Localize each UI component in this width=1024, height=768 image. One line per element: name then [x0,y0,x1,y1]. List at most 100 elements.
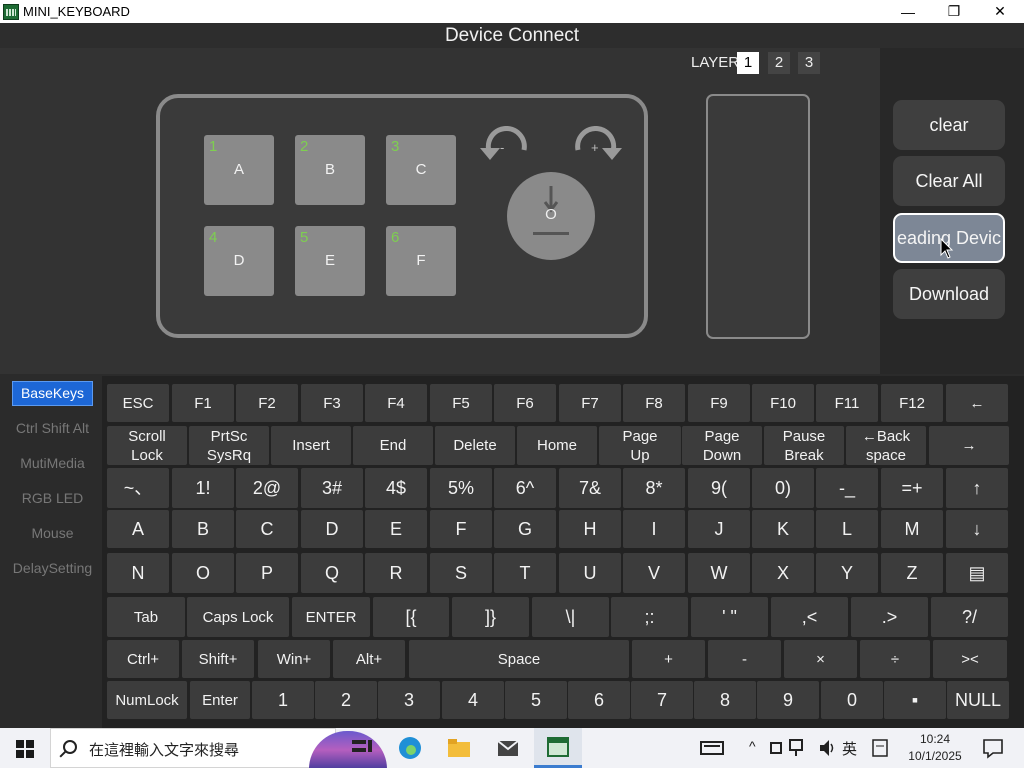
key-row1-0[interactable]: ESC [107,384,169,422]
key-row8-1[interactable]: Enter [190,681,250,719]
key-row4-3[interactable]: D [301,510,363,548]
key-row7-0[interactable]: Ctrl+ [107,640,179,678]
key-row2-2[interactable]: Insert [271,426,351,465]
mini-keyboard-taskbar-button[interactable] [534,728,582,768]
device-key-1[interactable]: 1 A [204,135,274,205]
key-row1-13[interactable]: ← [946,384,1008,422]
key-row8-0[interactable]: NumLock [107,681,187,719]
key-row3-10[interactable]: 0) [752,468,814,508]
device-key-2[interactable]: 2 B [295,135,365,205]
key-row6-7[interactable]: ' " [691,597,768,637]
key-row5-0[interactable]: N [107,553,169,593]
key-row2-5[interactable]: Home [517,426,597,465]
key-row1-1[interactable]: F1 [172,384,234,422]
key-row8-12[interactable]: ▪ [884,681,946,719]
ime-language-indicator[interactable]: 英 [842,738,857,759]
key-row5-5[interactable]: S [430,553,492,593]
key-row8-5[interactable]: 4 [442,681,504,719]
key-row5-4[interactable]: R [365,553,427,593]
key-row1-9[interactable]: F9 [688,384,750,422]
key-row4-5[interactable]: F [430,510,492,548]
show-hidden-icons-icon[interactable]: ^ [749,738,756,754]
key-row5-2[interactable]: P [236,553,298,593]
key-row3-3[interactable]: 3# [301,468,363,508]
key-row4-4[interactable]: E [365,510,427,548]
key-row5-7[interactable]: U [559,553,621,593]
key-row6-8[interactable]: ,< [771,597,848,637]
keyboard-tray-icon[interactable] [700,736,724,760]
key-row3-7[interactable]: 7& [559,468,621,508]
key-row7-7[interactable]: × [784,640,857,678]
key-row1-11[interactable]: F11 [816,384,878,422]
key-row3-8[interactable]: 8* [623,468,685,508]
key-row2-1[interactable]: PrtSc SysRq [189,426,269,465]
key-row6-1[interactable]: Caps Lock [187,597,289,637]
taskbar-search[interactable]: 在這裡輸入文字來搜尋 [50,728,387,768]
device-key-4[interactable]: 4 D [204,226,274,296]
key-row1-4[interactable]: F4 [365,384,427,422]
key-row1-10[interactable]: F10 [752,384,814,422]
key-row5-3[interactable]: Q [301,553,363,593]
device-key-5[interactable]: 5 E [295,226,365,296]
key-row4-7[interactable]: H [559,510,621,548]
file-explorer-icon[interactable] [447,736,471,760]
key-row5-10[interactable]: X [752,553,814,593]
category-delay-setting[interactable]: DelaySetting [12,556,93,581]
key-row8-8[interactable]: 7 [631,681,693,719]
key-row2-4[interactable]: Delete [435,426,515,465]
key-row1-12[interactable]: F12 [881,384,943,422]
key-row8-3[interactable]: 2 [315,681,377,719]
volume-icon[interactable] [818,736,842,760]
clear-button[interactable]: clear [893,100,1005,150]
key-row2-0[interactable]: Scroll Lock [107,426,187,465]
key-row6-9[interactable]: .> [851,597,928,637]
windows-start-icon[interactable] [16,740,34,758]
key-row3-1[interactable]: 1! [172,468,234,508]
key-row3-6[interactable]: 6^ [494,468,556,508]
minimize-button[interactable]: — [885,0,931,23]
close-button[interactable]: ✕ [977,0,1023,23]
category-ctrl-shift-alt[interactable]: Ctrl Shift Alt [12,416,93,441]
key-row7-5[interactable]: + [632,640,705,678]
layer-2-button[interactable]: 2 [768,52,790,74]
key-row8-11[interactable]: 0 [821,681,883,719]
network-icon[interactable] [788,736,812,760]
key-row6-5[interactable]: \| [532,597,609,637]
key-row5-11[interactable]: Y [816,553,878,593]
key-row8-13[interactable]: NULL [947,681,1009,719]
key-row7-8[interactable]: ÷ [860,640,930,678]
knob-button[interactable]: O [507,172,595,260]
key-row6-0[interactable]: Tab [107,597,185,637]
key-row5-12[interactable]: Z [881,553,943,593]
device-key-3[interactable]: 3 C [386,135,456,205]
key-row2-9[interactable]: ←Back space [846,426,926,465]
key-row2-6[interactable]: Page Up [599,426,681,465]
key-row6-3[interactable]: [{ [373,597,449,637]
category-multimedia[interactable]: MutiMedia [12,451,93,476]
key-row4-0[interactable]: A [107,510,169,548]
key-row1-8[interactable]: F8 [623,384,685,422]
key-row5-6[interactable]: T [494,553,556,593]
key-row2-10[interactable]: → [929,426,1009,465]
key-row2-7[interactable]: Page Down [682,426,762,465]
key-row1-3[interactable]: F3 [301,384,363,422]
key-row1-6[interactable]: F6 [494,384,556,422]
key-row3-9[interactable]: 9( [688,468,750,508]
task-view-icon[interactable] [350,736,374,760]
key-row4-12[interactable]: M [881,510,943,548]
key-row7-1[interactable]: Shift+ [182,640,254,678]
key-row8-9[interactable]: 8 [694,681,756,719]
key-row6-6[interactable]: ;: [611,597,688,637]
key-row3-12[interactable]: =+ [881,468,943,508]
key-row5-8[interactable]: V [623,553,685,593]
key-row3-5[interactable]: 5% [430,468,492,508]
category-basekeys[interactable]: BaseKeys [12,381,93,406]
ime-mode-icon[interactable] [871,736,895,760]
key-row5-13[interactable]: ▤ [946,553,1008,593]
taskbar-clock[interactable]: 10:24 10/1/2025 [900,731,970,765]
clear-all-button[interactable]: Clear All [893,156,1005,206]
layer-1-button[interactable]: 1 [737,52,759,74]
notification-icon[interactable] [981,736,1005,760]
key-row5-9[interactable]: W [688,553,750,593]
key-row4-2[interactable]: C [236,510,298,548]
